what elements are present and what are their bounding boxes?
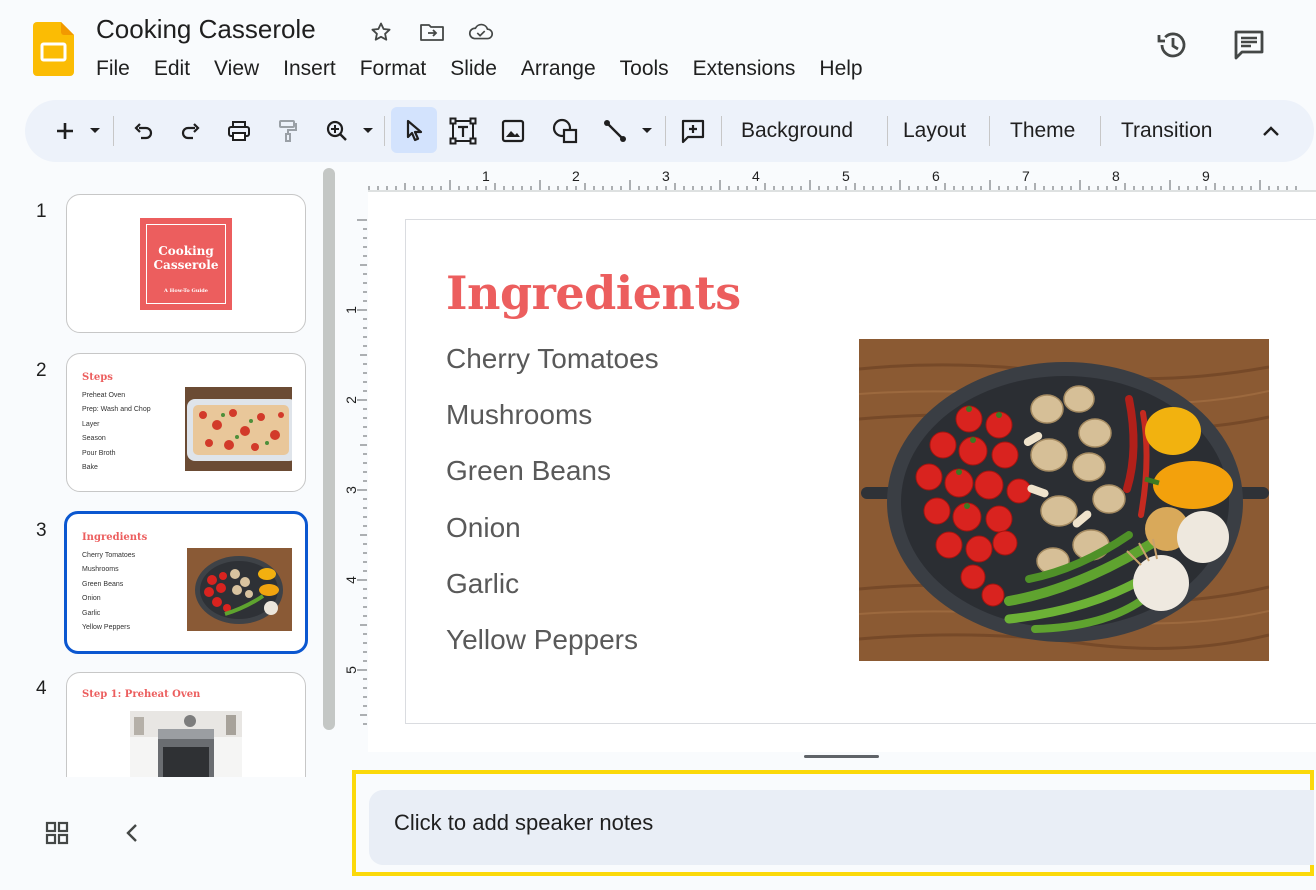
slides-logo-icon[interactable] <box>33 22 74 76</box>
menu-edit[interactable]: Edit <box>142 55 202 83</box>
slide-number: 4 <box>36 678 47 699</box>
print-icon[interactable] <box>221 112 257 150</box>
ruler-label: 8 <box>1112 168 1120 184</box>
ruler-label: 1 <box>343 306 359 314</box>
line-dropdown-icon[interactable] <box>637 112 657 150</box>
ruler-label: 6 <box>932 168 940 184</box>
oven-photo <box>130 711 242 777</box>
ruler-label: 9 <box>1202 168 1210 184</box>
background-button[interactable]: Background <box>733 112 861 150</box>
ruler-label: 1 <box>482 168 490 184</box>
ruler-label: 5 <box>343 666 359 674</box>
ruler-label: 4 <box>752 168 760 184</box>
menu-format[interactable]: Format <box>348 55 439 83</box>
slide-number: 3 <box>36 520 47 541</box>
ruler-label: 5 <box>842 168 850 184</box>
casserole-photo <box>185 387 297 471</box>
menu-slide[interactable]: Slide <box>438 55 509 83</box>
slide-thumbnail-1[interactable]: Cooking Casserole A How-To Guide <box>66 194 306 333</box>
move-to-folder-icon[interactable] <box>418 18 446 46</box>
ingredient-item[interactable]: Yellow Peppers <box>446 624 638 656</box>
vegetables-photo-thumb <box>187 548 292 631</box>
slide-number: 1 <box>36 201 47 222</box>
comments-icon[interactable] <box>1229 25 1269 65</box>
menu-extensions[interactable]: Extensions <box>681 55 808 83</box>
thumb-title: Steps <box>82 372 113 383</box>
app-header: Cooking Casserole File Edit View Insert … <box>0 0 1316 96</box>
slide-thumbnail-4[interactable]: Step 1: Preheat Oven <box>66 672 306 777</box>
version-history-icon[interactable] <box>1153 25 1193 65</box>
new-slide-plus-icon[interactable] <box>47 112 83 150</box>
document-title[interactable]: Cooking Casserole <box>96 14 316 45</box>
horizontal-ruler-ticks: 1 2 3 4 5 6 7 8 9 <box>368 168 1316 192</box>
vertical-ruler[interactable]: 1 2 3 4 5 <box>340 212 370 752</box>
thumb-list: Preheat Oven Prep: Wash and Chop Layer S… <box>82 392 151 472</box>
ingredient-item[interactable]: Green Beans <box>446 455 611 487</box>
filmstrip-scrollbar[interactable] <box>323 168 335 730</box>
shape-icon[interactable] <box>547 112 583 150</box>
menu-file[interactable]: File <box>96 55 142 83</box>
horizontal-ruler[interactable]: 1 2 3 4 5 6 7 8 9 <box>368 164 1316 192</box>
ruler-label: 7 <box>1022 168 1030 184</box>
ruler-label: 2 <box>572 168 580 184</box>
ruler-label: 3 <box>343 486 359 494</box>
layout-button[interactable]: Layout <box>895 112 974 150</box>
thumb-title-line: Cooking <box>158 244 214 258</box>
ruler-label: 2 <box>343 396 359 404</box>
thumb-title-line: Casserole <box>153 258 219 272</box>
theme-button[interactable]: Theme <box>1002 112 1083 150</box>
ruler-label: 4 <box>343 576 359 584</box>
menu-insert[interactable]: Insert <box>271 55 348 83</box>
ingredient-item[interactable]: Cherry Tomatoes <box>446 343 659 375</box>
collapse-toolbar-chevron-up-icon[interactable] <box>1253 112 1289 150</box>
insert-image-icon[interactable] <box>495 112 531 150</box>
paint-format-icon[interactable] <box>270 112 306 150</box>
vertical-ruler-ticks: 1 2 3 4 5 <box>343 219 367 725</box>
thumb-list: Cherry Tomatoes Mushrooms Green Beans On… <box>82 552 136 632</box>
add-comment-icon[interactable] <box>675 112 711 150</box>
collapse-filmstrip-chevron-left-icon[interactable] <box>120 820 146 846</box>
ingredient-item[interactable]: Garlic <box>446 568 519 600</box>
notes-resize-handle[interactable] <box>804 755 879 758</box>
menu-tools[interactable]: Tools <box>608 55 681 83</box>
toolbar: Background Layout Theme Transition <box>25 100 1314 162</box>
slide-thumbnail-3[interactable]: Ingredients Cherry Tomatoes Mushrooms Gr… <box>64 511 308 654</box>
zoom-dropdown-icon[interactable] <box>358 112 378 150</box>
speaker-notes-placeholder: Click to add speaker notes <box>394 810 654 835</box>
title-card: Cooking Casserole A How-To Guide <box>140 218 232 310</box>
menu-bar: File Edit View Insert Format Slide Arran… <box>96 55 875 83</box>
slide-filmstrip: 1 Cooking Casserole A How-To Guide 2 Ste… <box>0 165 340 777</box>
star-icon[interactable] <box>367 18 395 46</box>
menu-arrange[interactable]: Arrange <box>509 55 608 83</box>
thumb-subtitle: A How-To Guide <box>164 288 208 294</box>
speaker-notes-field[interactable]: Click to add speaker notes <box>369 790 1314 865</box>
menu-view[interactable]: View <box>202 55 271 83</box>
thumb-title: Ingredients <box>82 532 148 543</box>
redo-icon[interactable] <box>173 112 209 150</box>
cloud-saved-icon[interactable] <box>467 18 495 46</box>
slide-thumbnail-2[interactable]: Steps Preheat Oven Prep: Wash and Chop L… <box>66 353 306 492</box>
text-box-icon[interactable] <box>445 112 481 150</box>
zoom-icon[interactable] <box>319 112 355 150</box>
thumb-title: Step 1: Preheat Oven <box>82 689 201 700</box>
ingredient-item[interactable]: Onion <box>446 512 521 544</box>
slide-title[interactable]: Ingredients <box>446 266 741 320</box>
menu-help[interactable]: Help <box>807 55 874 83</box>
slide-3-editor[interactable]: Ingredients Cherry Tomatoes Mushrooms Gr… <box>405 219 1316 724</box>
ruler-label: 3 <box>662 168 670 184</box>
grid-view-icon[interactable] <box>44 820 70 846</box>
transition-button[interactable]: Transition <box>1113 112 1220 150</box>
slide-number: 2 <box>36 360 47 381</box>
vegetables-pan-image[interactable] <box>858 339 1270 661</box>
undo-icon[interactable] <box>125 112 161 150</box>
select-tool-icon[interactable] <box>391 107 437 153</box>
ingredient-item[interactable]: Mushrooms <box>446 399 592 431</box>
line-icon[interactable] <box>597 112 633 150</box>
new-slide-dropdown-icon[interactable] <box>85 112 105 150</box>
